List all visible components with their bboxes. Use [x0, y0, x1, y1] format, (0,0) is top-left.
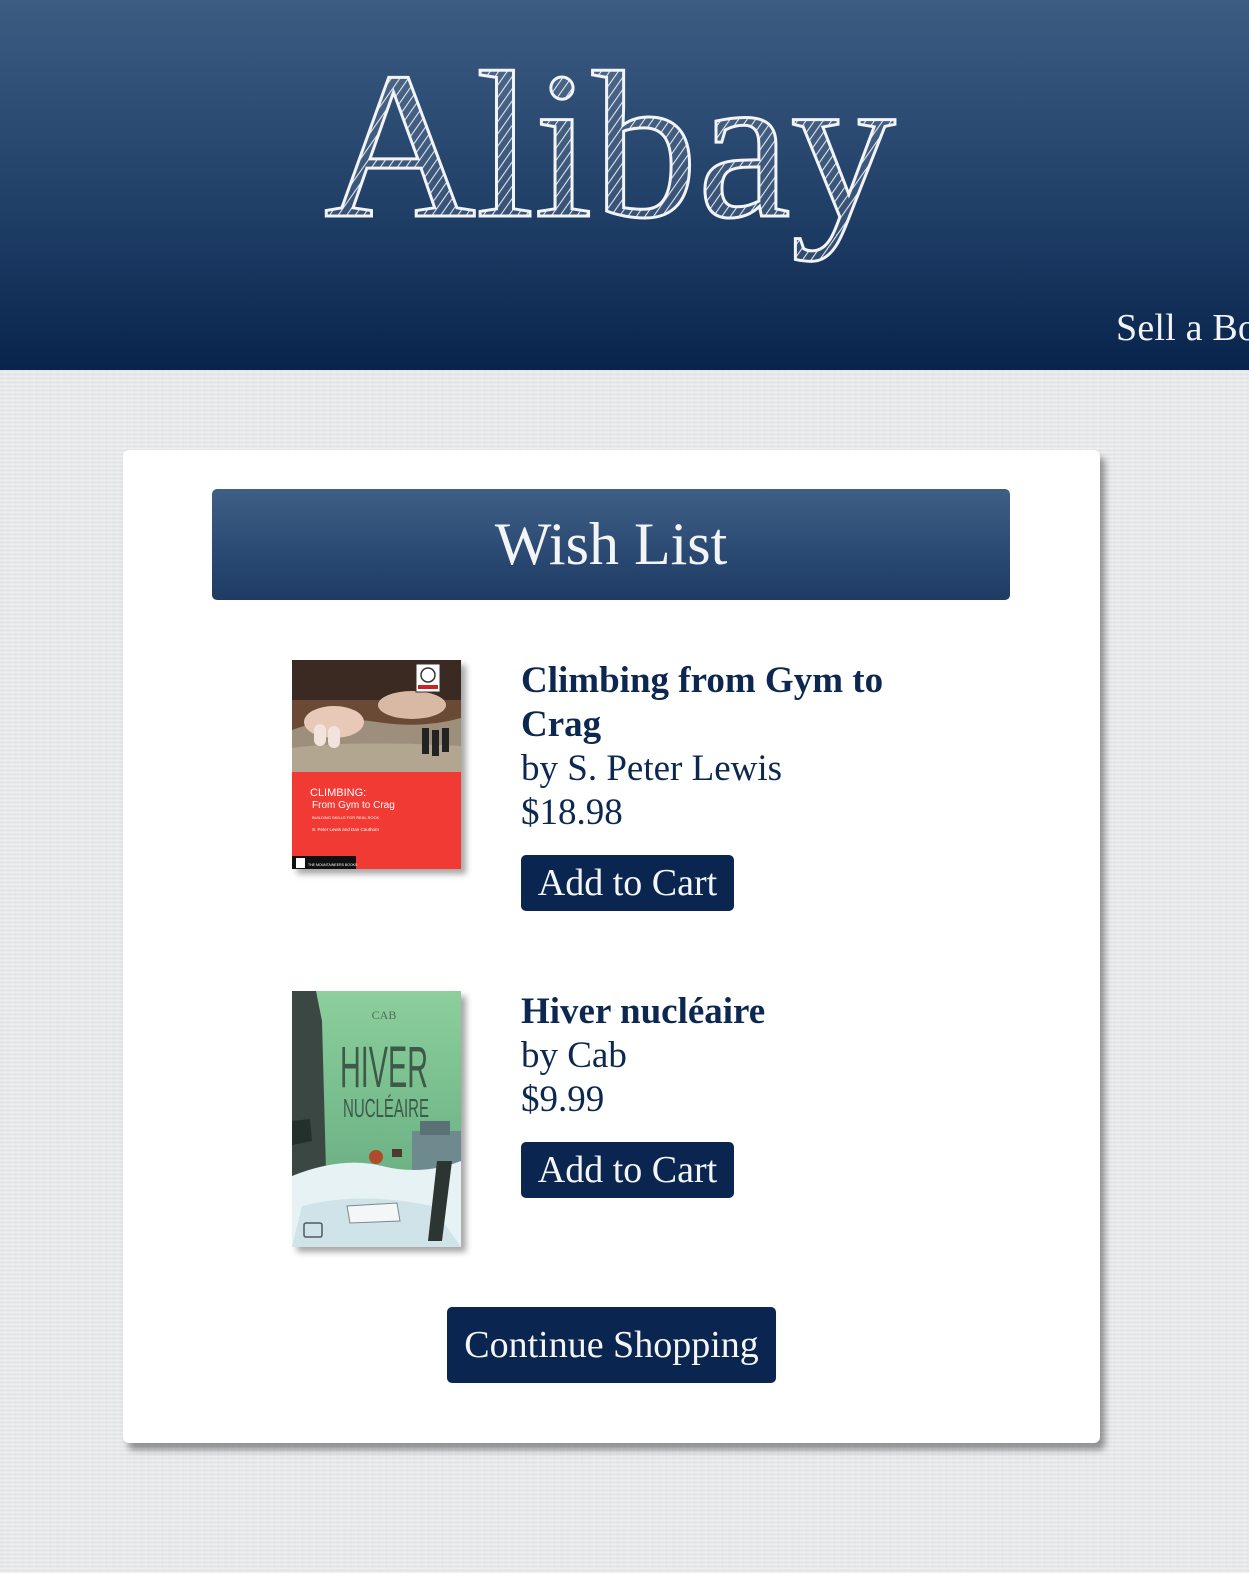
cover-title-line1: HIVER: [340, 1035, 428, 1100]
header-nav: Sell a Bo: [1116, 306, 1249, 350]
add-to-cart-button[interactable]: Add to Cart: [521, 855, 734, 911]
book-cover-image[interactable]: CAB HIVER NUCLÉAIRE: [292, 991, 461, 1247]
cover-authors: S. Peter Lewis and Dan Cauthorn: [312, 827, 380, 832]
book-price: $18.98: [521, 792, 623, 833]
book-title[interactable]: Hiver nucléaire: [521, 990, 961, 1034]
item-details: Climbing from Gym to Crag by S. Peter Le…: [521, 659, 961, 911]
alibay-logo[interactable]: Alibay: [0, 26, 1249, 286]
book-author: by S. Peter Lewis: [521, 748, 783, 789]
cover-subtitle: From Gym to Crag: [312, 800, 395, 811]
item-details: Hiver nucléaire by Cab $9.99 Add to Cart: [521, 990, 961, 1198]
add-to-cart-button[interactable]: Add to Cart: [521, 1142, 734, 1198]
cover-title-line2: NUCLÉAIRE: [343, 1093, 429, 1123]
cover-author-mark: CAB: [372, 1008, 397, 1022]
book-author: by Cab: [521, 1035, 627, 1076]
cover-tagline: BUILDING SKILLS FOR REAL ROCK: [312, 815, 380, 820]
continue-shopping-button[interactable]: Continue Shopping: [447, 1307, 776, 1383]
book-price: $9.99: [521, 1079, 605, 1120]
book-cover-image[interactable]: CLIMBING: From Gym to Crag BUILDING SKIL…: [292, 660, 461, 869]
book-title[interactable]: Climbing from Gym to Crag: [521, 659, 961, 747]
wishlist-heading: Wish List: [212, 489, 1010, 600]
cover-heading: CLIMBING:: [310, 787, 366, 799]
logo-text: Alibay: [324, 30, 896, 262]
site-header: Alibay Sell a Bo: [0, 0, 1249, 370]
wishlist-card: Wish List CLIMBING: From Gym to Crag BUI…: [123, 450, 1100, 1443]
cover-publisher: THE MOUNTAINEERS BOOKS: [308, 863, 358, 867]
sell-a-book-link[interactable]: Sell a Bo: [1116, 307, 1249, 349]
